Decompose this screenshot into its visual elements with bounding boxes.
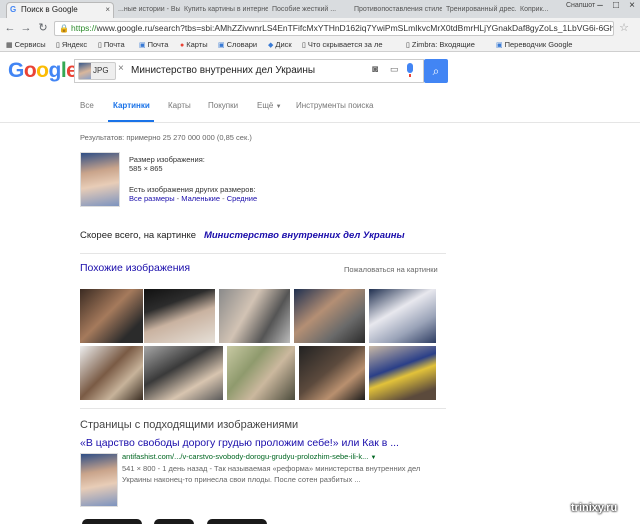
bookmark-zimbra[interactable]: ▯ Zimbra: Входящие xyxy=(406,38,475,51)
url-text: www.google.ru/search?tbs=sbi:AMhZZivwnrL… xyxy=(96,23,614,33)
camera-icon[interactable]: ◙ xyxy=(372,64,378,75)
mail-icon: ▣ xyxy=(139,42,146,49)
clipped-heading xyxy=(82,516,282,524)
bookmark-maps[interactable]: ● Карты xyxy=(180,38,208,51)
similar-image[interactable] xyxy=(294,289,365,343)
browser-tab-title: Поиск в Google xyxy=(21,5,78,14)
tab-shopping[interactable]: Покупки xyxy=(208,101,238,110)
browser-tab-active[interactable]: G Поиск в Google × xyxy=(6,2,114,18)
page-icon: ▯ xyxy=(98,42,102,49)
chip-close-icon[interactable]: × xyxy=(118,63,124,74)
keyboard-icon[interactable]: ▭ xyxy=(390,64,399,75)
similar-image[interactable] xyxy=(219,289,290,343)
query-image-thumbnail xyxy=(79,63,91,79)
forward-arrow-icon[interactable]: → xyxy=(19,18,33,38)
best-guess-label: Скорее всего, на картинке xyxy=(80,230,197,241)
bookmark-yandex[interactable]: ▯ Яндекс xyxy=(56,38,87,51)
tab-search-tools[interactable]: Инструменты поиска xyxy=(296,101,373,110)
result-snippet-line-2: Украины наконец-то принесла свои плоды. … xyxy=(122,475,361,484)
apps-grid-icon: ▦ xyxy=(6,42,13,49)
size-links: Все размеры - Маленькие - Средние xyxy=(129,194,258,203)
similar-image[interactable] xyxy=(299,346,365,400)
result-thumbnail[interactable] xyxy=(80,453,118,507)
divider xyxy=(80,408,446,409)
star-icon[interactable]: ☆ xyxy=(617,18,631,38)
best-guess-link[interactable]: Министерство внутренних дел Украины xyxy=(204,230,405,241)
url-scheme: https:// xyxy=(71,23,97,33)
medium-sizes-link[interactable]: Средние xyxy=(227,194,257,203)
bookmarks-bar: ▦ Сервисы ▯ Яндекс ▯ Почта ▣ Почта ● Карты ▣ С… xyxy=(0,38,640,52)
bookmark-services[interactable]: ▦ Сервисы xyxy=(6,38,46,51)
bookmark-mail[interactable]: ▯ Почта xyxy=(98,38,125,51)
other-sizes-label: Есть изображения других размеров: xyxy=(129,185,256,194)
similar-image[interactable] xyxy=(80,346,143,400)
reload-icon[interactable]: ↻ xyxy=(36,18,50,38)
browser-tab[interactable]: ...ные истории - Выстре... xyxy=(118,3,180,18)
chip-label: JPG xyxy=(93,66,109,75)
browser-tab[interactable]: Пособие жесткий ... xyxy=(272,3,350,18)
small-sizes-link[interactable]: Маленькие xyxy=(181,194,220,203)
window-close-icon[interactable]: × xyxy=(624,0,640,14)
result-snippet-line-1: 541 × 800 - 1 день назад - Так называема… xyxy=(122,464,421,473)
microphone-icon[interactable] xyxy=(407,63,413,77)
maximize-icon[interactable]: □ xyxy=(608,0,624,14)
similar-image[interactable] xyxy=(369,289,436,343)
result-stats: Результатов: примерно 25 270 000 000 (0,… xyxy=(80,133,252,142)
caret-down-icon[interactable]: ▼ xyxy=(370,455,376,461)
bookmark-what-hides[interactable]: ▯ Что скрывается за ле xyxy=(302,38,383,51)
lock-icon: 🔒 xyxy=(59,24,69,33)
best-guess: Скорее всего, на картинке Министерство в… xyxy=(80,230,405,241)
similar-image[interactable] xyxy=(369,346,436,400)
bookmark-disk[interactable]: ◆ Диск xyxy=(268,38,292,51)
image-size-value: 585 × 865 xyxy=(129,164,163,173)
browser-tab[interactable]: Купить картины в интернет-... xyxy=(184,3,268,18)
tab-all[interactable]: Все xyxy=(80,101,94,110)
map-pin-icon: ● xyxy=(180,42,185,49)
result-url[interactable]: antifashist.com/.../v-carstvo-svobody-do… xyxy=(122,452,376,461)
tabs-divider xyxy=(0,122,640,123)
browser-tab[interactable]: Коприк... xyxy=(520,3,560,18)
search-button[interactable]: ⌕ xyxy=(424,59,448,83)
report-images-link[interactable]: Пожаловаться на картинки xyxy=(344,265,438,274)
similar-image[interactable] xyxy=(144,289,215,343)
tab-maps[interactable]: Карты xyxy=(168,101,191,110)
disk-icon: ◆ xyxy=(268,42,274,49)
similar-image[interactable] xyxy=(144,346,223,400)
close-icon[interactable]: × xyxy=(105,3,110,17)
google-logo[interactable]: Google xyxy=(8,60,78,82)
window-label: Снапшот xyxy=(566,2,596,9)
address-bar[interactable]: 🔒 https://www.google.ru/search?tbs=sbi:AM… xyxy=(54,21,614,36)
search-input[interactable]: Министерство внутренних дел Украины xyxy=(131,65,315,76)
query-image-preview[interactable] xyxy=(80,152,120,207)
all-sizes-link[interactable]: Все размеры xyxy=(129,194,175,203)
similar-images-title[interactable]: Похожие изображения xyxy=(80,262,190,274)
matching-pages-title: Страницы с подходящими изображениями xyxy=(80,419,299,431)
search-icon: ⌕ xyxy=(432,64,440,78)
bookmark-dictionaries[interactable]: ▣ Словари xyxy=(218,38,257,51)
bookmark-translate[interactable]: ▣ Переводчик Google xyxy=(496,38,572,51)
browser-tab[interactable]: Тренированный дрес... xyxy=(446,3,516,18)
translate-icon: ▣ xyxy=(496,42,503,49)
watermark: trinixy.ru xyxy=(571,502,618,514)
back-arrow-icon[interactable]: ← xyxy=(3,18,17,38)
page-icon: ▯ xyxy=(406,42,410,49)
similar-image[interactable] xyxy=(227,346,295,400)
minimize-icon[interactable]: – xyxy=(592,0,608,14)
google-favicon-icon: G xyxy=(10,5,17,14)
tab-images[interactable]: Картинки xyxy=(113,101,150,110)
result-title-link[interactable]: «В царство свободы дорогу грудью проложи… xyxy=(80,437,399,449)
bookmark-mail-2[interactable]: ▣ Почта xyxy=(139,38,168,51)
dictionary-icon: ▣ xyxy=(218,42,225,49)
tab-more[interactable]: Ещё ▼ xyxy=(257,101,282,110)
image-size-label: Размер изображения: xyxy=(129,155,205,164)
browser-tab[interactable]: Противопоставления стилей ... xyxy=(354,3,442,18)
page-icon: ▯ xyxy=(56,42,60,49)
caret-down-icon: ▼ xyxy=(275,104,282,110)
page-icon: ▯ xyxy=(302,42,306,49)
divider xyxy=(80,253,446,254)
similar-image[interactable] xyxy=(80,289,143,343)
